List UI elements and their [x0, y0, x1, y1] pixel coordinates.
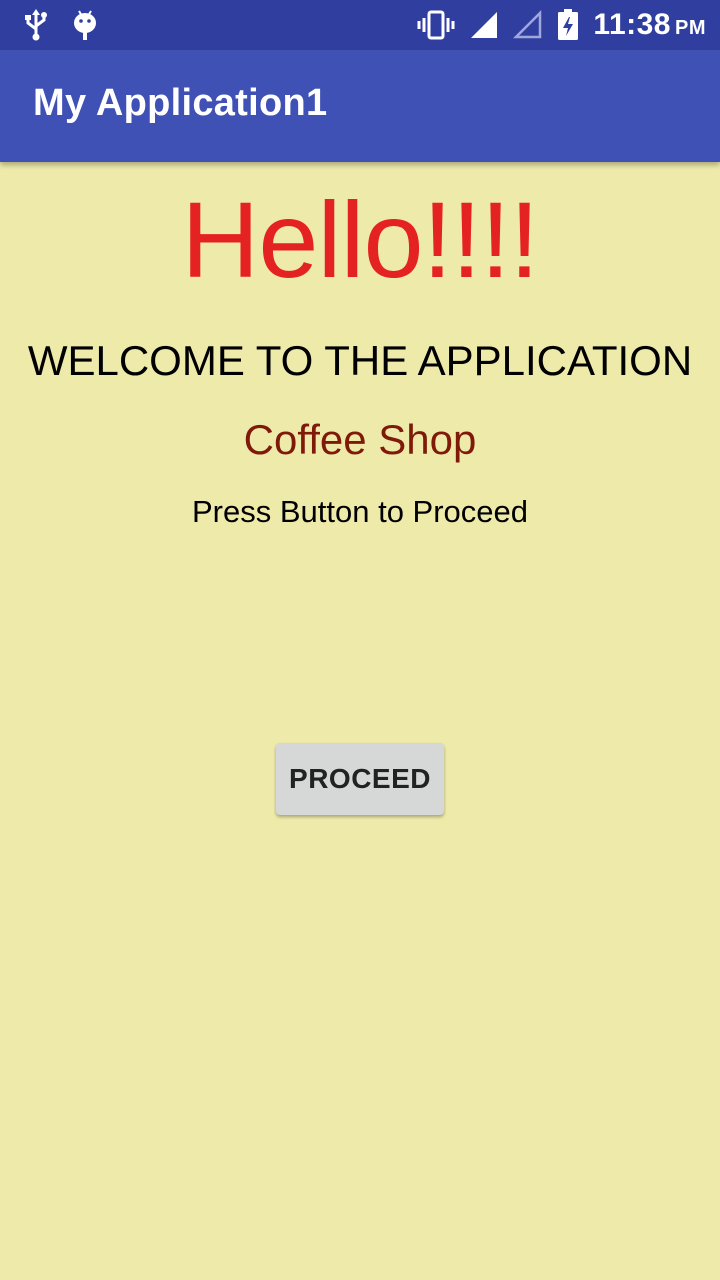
- clock-ampm: PM: [675, 17, 706, 39]
- status-bar: 11:38 PM: [0, 0, 720, 50]
- proceed-button[interactable]: PROCEED: [276, 743, 444, 815]
- battery-charging-icon: [557, 9, 579, 41]
- app-bar: My Application1: [0, 50, 720, 162]
- signal-icon: [469, 10, 499, 40]
- status-clock: 11:38 PM: [593, 8, 706, 42]
- clock-time: 11:38: [593, 8, 671, 41]
- status-bar-left: [22, 0, 98, 50]
- instruction-text: Press Button to Proceed: [191, 494, 529, 529]
- welcome-text: WELCOME TO THE APPLICATION: [27, 337, 693, 384]
- greeting-text: Hello!!!!: [181, 179, 539, 300]
- shop-name-text: Coffee Shop: [243, 416, 477, 463]
- main-content: Hello!!!! WELCOME TO THE APPLICATION Cof…: [0, 162, 720, 1280]
- vibrate-icon: [417, 10, 455, 40]
- status-bar-right: 11:38 PM: [417, 0, 706, 50]
- usb-icon: [22, 9, 50, 41]
- app-title: My Application1: [33, 81, 328, 124]
- android-debug-icon: [72, 9, 98, 41]
- signal-empty-icon: [513, 10, 543, 40]
